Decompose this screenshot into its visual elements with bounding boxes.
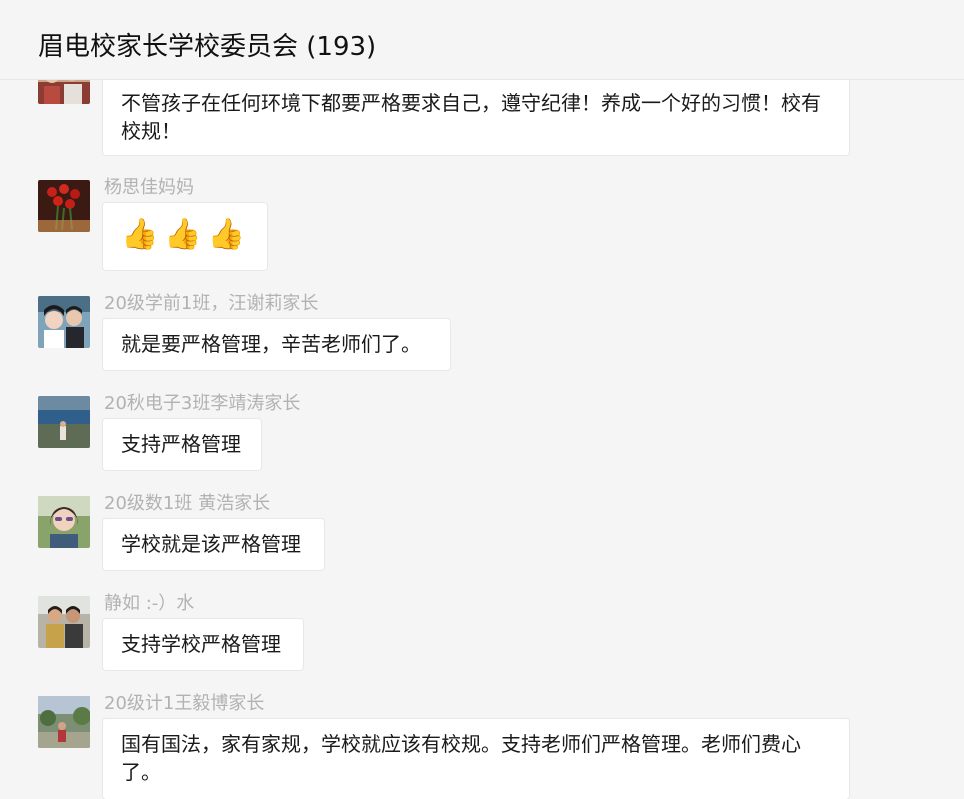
avatar[interactable] bbox=[38, 80, 90, 104]
message-text: 支持严格管理 bbox=[121, 432, 241, 456]
message-bubble[interactable]: 支持严格管理 bbox=[102, 418, 262, 471]
avatar[interactable] bbox=[38, 496, 90, 548]
message-text: 支持学校严格管理 bbox=[121, 632, 281, 656]
avatar[interactable] bbox=[38, 696, 90, 748]
avatar[interactable] bbox=[38, 180, 90, 232]
sender-name: 20秋电子3班李靖涛家长 bbox=[104, 393, 301, 414]
message-bubble[interactable]: 不管孩子在任何环境下都要严格要求自己，遵守纪律！养成一个好的习惯！校有校规！ bbox=[102, 80, 850, 156]
sender-name: 杨思佳妈妈 bbox=[104, 177, 194, 198]
message-bubble[interactable]: 👍 👍 👍 bbox=[102, 202, 268, 271]
sender-name: 静如 :-）水 bbox=[104, 593, 195, 614]
chat-title[interactable]: 眉电校家长学校委员会 (193) bbox=[38, 26, 376, 63]
avatar[interactable] bbox=[38, 596, 90, 648]
thumbs-up-icon: 👍 bbox=[164, 217, 202, 252]
chat-header: 眉电校家长学校委员会 (193) bbox=[0, 0, 964, 80]
sender-name: 20级数1班 黄浩家长 bbox=[104, 493, 271, 514]
avatar[interactable] bbox=[38, 396, 90, 448]
message-bubble[interactable]: 学校就是该严格管理 bbox=[102, 518, 325, 571]
sender-name: 20级计1王毅博家长 bbox=[104, 693, 265, 714]
message-bubble[interactable]: 就是要严格管理，辛苦老师们了。 bbox=[102, 318, 451, 371]
message-text: 国有国法，家有家规，学校就应该有校规。支持老师们严格管理。老师们费心了。 bbox=[121, 732, 801, 784]
thumbs-up-icon: 👍 bbox=[207, 217, 246, 252]
avatar[interactable] bbox=[38, 296, 90, 348]
message-text: 就是要严格管理，辛苦老师们了。 bbox=[121, 332, 421, 356]
message-text: 不管孩子在任何环境下都要严格要求自己，遵守纪律！养成一个好的习惯！校有校规！ bbox=[121, 91, 821, 143]
message-text: 学校就是该严格管理 bbox=[121, 532, 301, 556]
thumbs-up-icon: 👍 bbox=[121, 217, 159, 252]
message-bubble[interactable]: 国有国法，家有家规，学校就应该有校规。支持老师们严格管理。老师们费心了。 bbox=[102, 718, 850, 799]
sender-name: 20级学前1班，汪谢莉家长 bbox=[104, 293, 319, 314]
message-list[interactable]: 不管孩子在任何环境下都要严格要求自己，遵守纪律！养成一个好的习惯！校有校规！ 杨… bbox=[0, 80, 964, 799]
message-bubble[interactable]: 支持学校严格管理 bbox=[102, 618, 304, 671]
